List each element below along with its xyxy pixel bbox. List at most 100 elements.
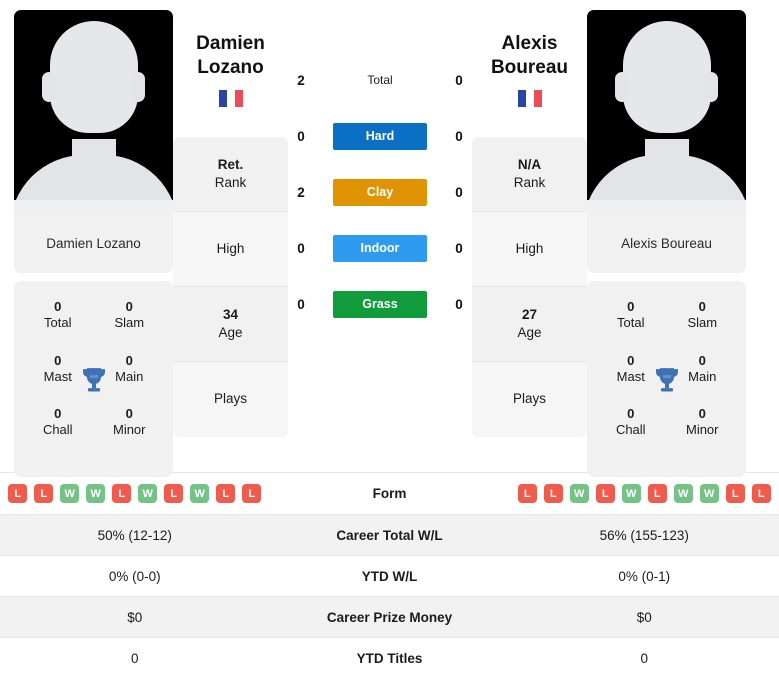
right-titles-minor: 0 Minor (667, 406, 739, 439)
stat-label-form: Form (372, 486, 407, 501)
left-player-first-name: Damien (196, 33, 265, 54)
h2h-label-total: Total (367, 73, 393, 87)
right-titles-total: 0 Total (595, 299, 667, 332)
left-form-badge[interactable]: L (34, 484, 54, 503)
right-player-name-header: Alexis Boureau (472, 10, 587, 112)
left-titles-total-value: 0 (54, 299, 62, 314)
right-titles-minor-label: Minor (685, 422, 719, 438)
left-career_total_wl-cell: 50% (12-12) (97, 527, 172, 543)
player-comparison-page: Damien Lozano 0 Total 0 Slam 0 Mast 0 Ma… (0, 0, 779, 699)
right-player-photo-name: Alexis Boureau (587, 213, 746, 273)
right-info-high-label: High (515, 240, 544, 256)
h2h-row-indoor: 0 Indoor 0 (288, 234, 472, 262)
right-ytd_titles-cell: 0 (640, 650, 648, 666)
left-form-badge[interactable]: W (86, 484, 106, 503)
h2h-row-total: 2 Total 0 (288, 66, 472, 94)
left-info-plays-label: Plays (213, 391, 247, 407)
surface-badge-hard[interactable]: Hard (333, 122, 427, 150)
right-form-badge[interactable]: L (647, 484, 667, 503)
h2h-right-score-total: 0 (455, 72, 463, 88)
left-titles-chall-value: 0 (54, 406, 62, 421)
left-form-badge[interactable]: W (138, 484, 158, 503)
left-form-badge[interactable]: L (216, 484, 236, 503)
right-info-rank-value: N/A (517, 156, 542, 172)
trophy-icon (655, 368, 678, 392)
right-player-titles-card: 0 Total 0 Slam 0 Mast 0 Main 0 Chall 0 M… (587, 281, 746, 477)
left-player-info-card: Ret. Rank High 34 Age Plays (173, 136, 288, 437)
surface-badge-clay[interactable]: Clay (333, 178, 427, 206)
right-titles-slam-label: Slam (687, 315, 718, 331)
left-career_prize_money-cell: $0 (127, 609, 143, 625)
right-titles-slam-value: 0 (698, 299, 706, 314)
left-titles-slam-value: 0 (125, 299, 133, 314)
left-form-badge[interactable]: L (112, 484, 132, 503)
left-titles-minor-label: Minor (112, 422, 146, 438)
right-career_total_wl-cell: 56% (155-123) (599, 527, 689, 543)
left-form-badge[interactable]: W (190, 484, 210, 503)
right-titles-total-value: 0 (627, 299, 635, 314)
left-info-plays: Plays (173, 361, 288, 437)
table-row: 0% (0-0) YTD W/L 0% (0-1) (0, 555, 779, 596)
right-form-badge[interactable]: W (673, 484, 693, 503)
surface-badge-grass[interactable]: Grass (333, 290, 427, 318)
right-titles-total-label: Total (617, 315, 645, 331)
surface-badge-indoor[interactable]: Indoor (333, 234, 427, 262)
left-info-rank-label: Rank (214, 174, 247, 190)
left-form-badge[interactable]: W (60, 484, 80, 503)
table-row: 0 YTD Titles 0 (0, 637, 779, 678)
h2h-right-score-grass: 0 (455, 296, 463, 312)
left-form-cell: LLWWLWLWLL (0, 484, 270, 503)
left-player-photo-card[interactable]: Damien Lozano (14, 10, 173, 273)
left-titles-minor-value: 0 (125, 406, 133, 421)
right-player-info-card: N/A Rank High 27 Age Plays (472, 136, 587, 437)
right-form-badge[interactable]: W (621, 484, 641, 503)
right-info-high: High (472, 211, 587, 287)
right-form-strip: LLWLWLWWLL (510, 484, 779, 503)
left-info-age-label: Age (218, 324, 243, 340)
right-form-badge[interactable]: L (725, 484, 745, 503)
right-titles-minor-value: 0 (698, 406, 706, 421)
left-player-column: Damien Lozano 0 Total 0 Slam 0 Mast 0 Ma… (14, 10, 173, 477)
right-player-photo-placeholder-icon (587, 10, 746, 213)
right-player-last-name: Boureau (490, 56, 569, 78)
left-player-last-name: Lozano (197, 56, 264, 78)
h2h-left-score-grass: 0 (297, 296, 305, 312)
right-form-badge[interactable]: L (517, 484, 537, 503)
h2h-right-score-clay: 0 (455, 184, 463, 200)
left-info-high-label: High (216, 240, 245, 256)
left-ytd_titles-cell: 0 (130, 650, 139, 666)
right-ytd_wl-cell: 0% (0-1) (618, 568, 671, 584)
left-titles-minor: 0 Minor (94, 406, 166, 439)
table-row: 50% (12-12) Career Total W/L 56% (155-123) (0, 514, 779, 555)
right-titles-chall: 0 Chall (595, 406, 667, 439)
h2h-left-score-total: 2 (297, 72, 305, 88)
right-form-badge[interactable]: W (569, 484, 589, 503)
right-player-name-column: Alexis Boureau N/A Rank High 27 Age Play… (472, 10, 587, 437)
left-titles-slam: 0 Slam (94, 299, 166, 332)
stat-label-ytd_titles: YTD Titles (356, 650, 423, 666)
right-form-badge[interactable]: W (699, 484, 719, 503)
left-form-badge[interactable]: L (8, 484, 28, 503)
right-form-badge[interactable]: L (543, 484, 563, 503)
head-to-head-column: 2 Total 0 0 Hard 0 2 Clay 0 0 Indoor 0 0 Grass 0 (288, 10, 472, 318)
left-form-badge[interactable]: L (164, 484, 184, 503)
right-info-age: 27 Age (472, 287, 587, 362)
right-career_prize_money-cell: $0 (636, 609, 652, 625)
left-titles-total: 0 Total (22, 299, 94, 332)
right-form-badge[interactable]: L (751, 484, 771, 503)
right-form-badge[interactable]: L (595, 484, 615, 503)
right-info-rank: N/A Rank (472, 137, 587, 212)
left-player-name-header: Damien Lozano (173, 10, 288, 112)
left-form-badge[interactable]: L (242, 484, 262, 503)
stats-comparison-table: L L W W L W L W L L Form L L W L W L W W L L 50% (12-12) Caree… (0, 472, 779, 678)
left-titles-chall: 0 Chall (22, 406, 94, 439)
right-titles-chall-label: Chall (615, 422, 646, 438)
left-player-photo-name: Damien Lozano (14, 213, 173, 273)
stat-label-ytd_wl: YTD W/L (361, 568, 418, 584)
left-info-age-value: 34 (222, 306, 239, 322)
h2h-left-score-hard: 0 (297, 128, 305, 144)
left-info-high: High (173, 211, 288, 287)
h2h-row-clay: 2 Clay 0 (288, 178, 472, 206)
right-player-photo-card[interactable]: Alexis Boureau (587, 10, 746, 273)
left-player-titles-card: 0 Total 0 Slam 0 Mast 0 Main 0 Chall 0 M… (14, 281, 173, 477)
